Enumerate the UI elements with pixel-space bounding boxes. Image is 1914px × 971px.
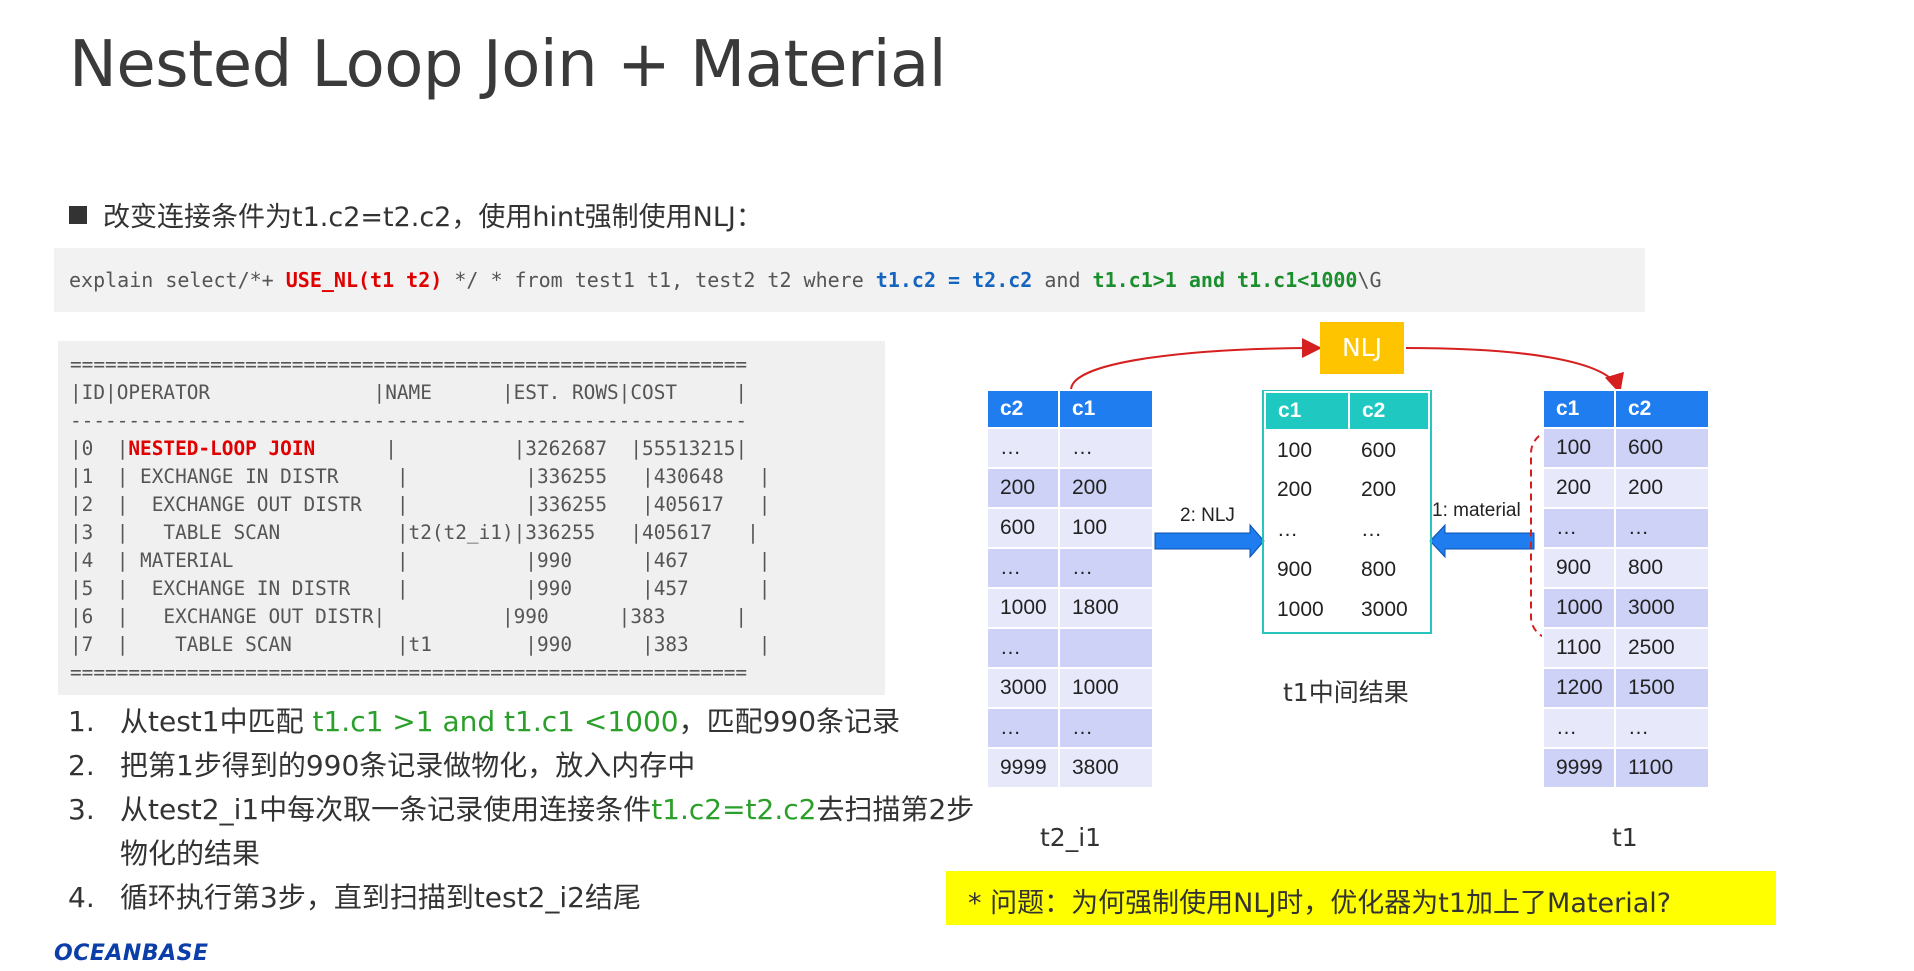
material-arrow-label: 1: material <box>1432 500 1521 521</box>
nlj-arrow-icon <box>1154 523 1265 559</box>
intermediate-caption: t1中间结果 <box>1283 678 1409 707</box>
question-text: * 问题：为何强制使用NLJ时，优化器为t1加上了Material? <box>968 888 1672 919</box>
question-banner: * 问题：为何强制使用NLJ时，优化器为t1加上了Material? <box>946 871 1776 925</box>
nlj-arc-left <box>1070 338 1322 391</box>
nlj-box: NLJ <box>1320 322 1404 374</box>
t2-caption: t2_i1 <box>1040 823 1102 852</box>
intermediate-result-table: c1 c2 100 600 200 200 …… 900 800 1000 3000 <box>1264 391 1430 630</box>
nlj-arrow-label: 2: NLJ <box>1180 505 1235 526</box>
t1-caption: t1 <box>1612 823 1638 852</box>
oceanbase-logo: OCEANBASE <box>54 941 209 966</box>
t1-table: c1 c2 100 600 200 200 …… 900 800 1000 3000 11… <box>1542 389 1710 789</box>
nlj-arc-right <box>1405 347 1624 394</box>
material-arrow-icon <box>1429 523 1535 559</box>
t2-index-table: c2 c1 …… 200 200 600 100 …… 1000 1800 … 3000… <box>986 389 1154 789</box>
